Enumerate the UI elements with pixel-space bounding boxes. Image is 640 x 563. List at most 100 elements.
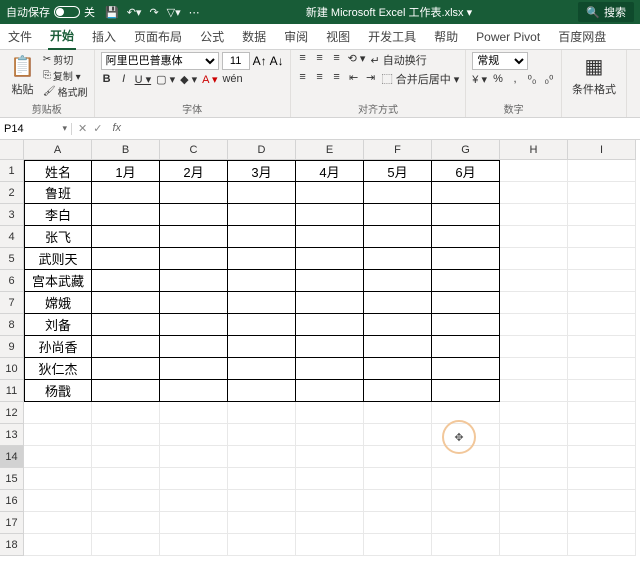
cell[interactable] [228,182,296,204]
column-header[interactable]: D [228,140,296,160]
increase-decimal-button[interactable]: ⁰₀ [526,73,538,86]
cell[interactable] [160,446,228,468]
align-middle-button[interactable]: ≡ [314,52,326,68]
row-header[interactable]: 11 [0,380,24,402]
cell[interactable] [568,314,636,336]
cell[interactable] [92,270,160,292]
cell[interactable] [296,358,364,380]
column-header[interactable]: A [24,140,92,160]
autosave-toggle[interactable]: 自动保存 关 [6,4,95,20]
cell[interactable] [432,490,500,512]
cell[interactable] [160,226,228,248]
cell[interactable] [228,292,296,314]
column-header[interactable]: H [500,140,568,160]
cell[interactable] [92,490,160,512]
cell[interactable] [364,358,432,380]
tab-data[interactable]: 数据 [240,24,268,49]
tab-powerpivot[interactable]: Power Pivot [474,26,542,48]
column-header[interactable]: I [568,140,636,160]
cell[interactable] [160,314,228,336]
increase-font-button[interactable]: A↑ [253,54,267,68]
cell[interactable] [568,402,636,424]
cell[interactable] [364,292,432,314]
cell[interactable] [228,314,296,336]
cell[interactable] [364,468,432,490]
row-header[interactable]: 9 [0,336,24,358]
redo-icon[interactable]: ↷ [149,6,158,19]
tab-dev[interactable]: 开发工具 [366,24,418,49]
row-header[interactable]: 12 [0,402,24,424]
cell[interactable] [92,468,160,490]
cell[interactable] [296,534,364,556]
undo-icon[interactable]: ↶▾ [127,6,142,19]
cut-button[interactable]: ✂ 剪切 [43,52,88,67]
cell[interactable] [568,160,636,182]
cell[interactable] [432,380,500,402]
cell[interactable] [500,512,568,534]
italic-button[interactable]: I [118,73,130,86]
row-header[interactable]: 2 [0,182,24,204]
orientation-button[interactable]: ⟲ ▾ [348,52,366,68]
cell[interactable] [568,270,636,292]
cell[interactable] [364,446,432,468]
tab-baidu[interactable]: 百度网盘 [556,24,608,49]
cell[interactable] [500,182,568,204]
comma-button[interactable]: , [509,73,521,86]
cell[interactable] [568,512,636,534]
cell[interactable] [500,336,568,358]
format-painter-button[interactable]: 🖌 格式刷 [43,84,88,99]
cell[interactable] [92,358,160,380]
column-header[interactable]: B [92,140,160,160]
decrease-indent-button[interactable]: ⇤ [348,71,360,87]
cell[interactable] [160,336,228,358]
cell[interactable] [364,534,432,556]
tab-layout[interactable]: 页面布局 [132,24,184,49]
cell[interactable] [160,402,228,424]
font-size-input[interactable] [222,52,250,70]
cell[interactable]: 2月 [160,160,228,182]
cell[interactable] [92,380,160,402]
cell[interactable] [24,446,92,468]
cell[interactable] [500,270,568,292]
cell[interactable] [568,358,636,380]
phonetic-button[interactable]: wén [222,73,242,86]
cell[interactable] [160,468,228,490]
cell[interactable]: 李白 [24,204,92,226]
cell[interactable] [296,204,364,226]
cell[interactable] [364,336,432,358]
cell[interactable] [296,226,364,248]
cell[interactable] [228,446,296,468]
cell[interactable] [228,204,296,226]
cell[interactable] [500,468,568,490]
tab-review[interactable]: 审阅 [282,24,310,49]
cell[interactable] [92,446,160,468]
cell[interactable] [568,490,636,512]
row-header[interactable]: 10 [0,358,24,380]
cell[interactable] [364,512,432,534]
cell[interactable] [92,336,160,358]
cell[interactable] [228,468,296,490]
cell[interactable] [92,182,160,204]
cell[interactable] [568,204,636,226]
cell[interactable]: 4月 [296,160,364,182]
row-header[interactable]: 1 [0,160,24,182]
decrease-font-button[interactable]: A↓ [270,54,284,68]
cell[interactable] [160,182,228,204]
cell[interactable] [500,380,568,402]
cell[interactable] [92,424,160,446]
row-header[interactable]: 18 [0,534,24,556]
row-header[interactable]: 15 [0,468,24,490]
row-header[interactable]: 13 [0,424,24,446]
cell[interactable] [160,358,228,380]
copy-button[interactable]: ⎘ 复制 ▾ [43,68,88,83]
cell[interactable] [432,226,500,248]
cell[interactable] [160,424,228,446]
more-icon[interactable]: ⋯ [189,6,200,19]
underline-button[interactable]: U ▾ [135,73,152,86]
column-header[interactable]: E [296,140,364,160]
cell[interactable] [296,424,364,446]
currency-button[interactable]: ¥ ▾ [472,73,487,86]
cell[interactable] [228,336,296,358]
cell[interactable] [160,534,228,556]
cell[interactable]: 3月 [228,160,296,182]
